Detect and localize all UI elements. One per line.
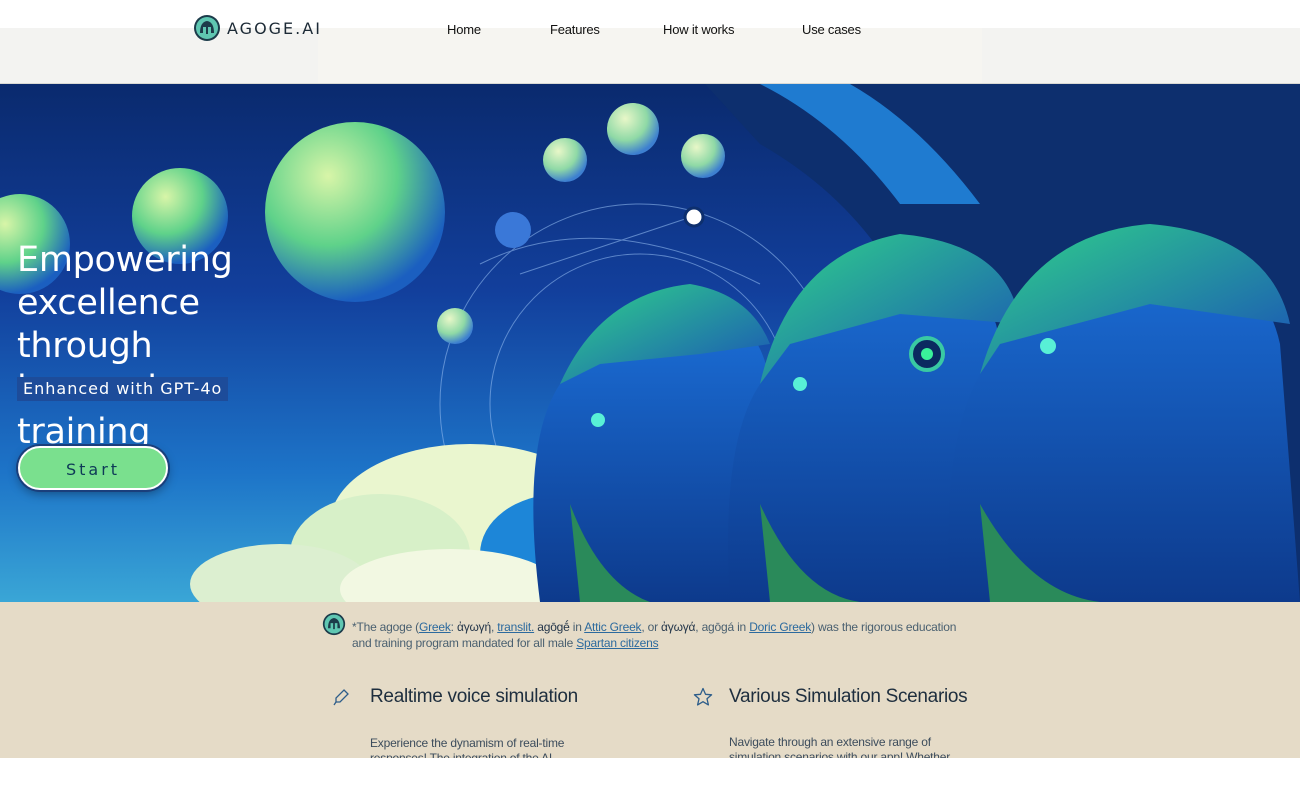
planet-small-2 <box>607 103 659 155</box>
planet-blue <box>495 212 531 248</box>
planet-small-4 <box>437 308 473 344</box>
helmet-logo-icon <box>322 612 346 636</box>
planet-small-3 <box>681 134 725 178</box>
link-attic-greek[interactable]: Attic Greek <box>584 620 641 634</box>
star-icon <box>693 687 713 706</box>
feature-title-scenarios: Various Simulation Scenarios <box>729 686 968 707</box>
nav-features[interactable]: Features <box>550 22 600 37</box>
link-greek[interactable]: Greek <box>419 620 451 634</box>
link-doric-greek[interactable]: Doric Greek <box>749 620 811 634</box>
gpt-tagline: Enhanced with GPT-4o <box>17 377 229 401</box>
hero-headline: Empowering excellence through immersive … <box>17 240 233 452</box>
warrior-helmets <box>533 84 1300 602</box>
feature-title-voice: Realtime voice simulation <box>370 686 578 707</box>
info-section: *The agoge (Greek: ἀγωγή, translit. agōg… <box>0 602 1300 779</box>
nav-panel <box>318 28 982 83</box>
helmet-logo-icon <box>194 15 220 41</box>
planet-small-1 <box>543 138 587 182</box>
page-bottom-edge <box>0 758 1300 788</box>
hero-section: Empowering excellence through immersive … <box>0 84 1300 602</box>
site-logo[interactable]: AGOGE.AI <box>193 14 322 42</box>
nav-use-cases[interactable]: Use cases <box>802 22 861 37</box>
link-spartan-citizens[interactable]: Spartan citizens <box>576 636 658 650</box>
nav-home[interactable]: Home <box>447 22 481 37</box>
nav-how-it-works[interactable]: How it works <box>663 22 734 37</box>
microphone-icon <box>333 689 349 706</box>
agoge-footnote: *The agoge (Greek: ἀγωγή, translit. agōg… <box>352 620 957 650</box>
link-translit[interactable]: translit. <box>497 620 534 634</box>
brand-name: AGOGE.AI <box>227 18 322 38</box>
start-button[interactable]: Start <box>18 446 168 490</box>
node-dot <box>683 206 705 228</box>
